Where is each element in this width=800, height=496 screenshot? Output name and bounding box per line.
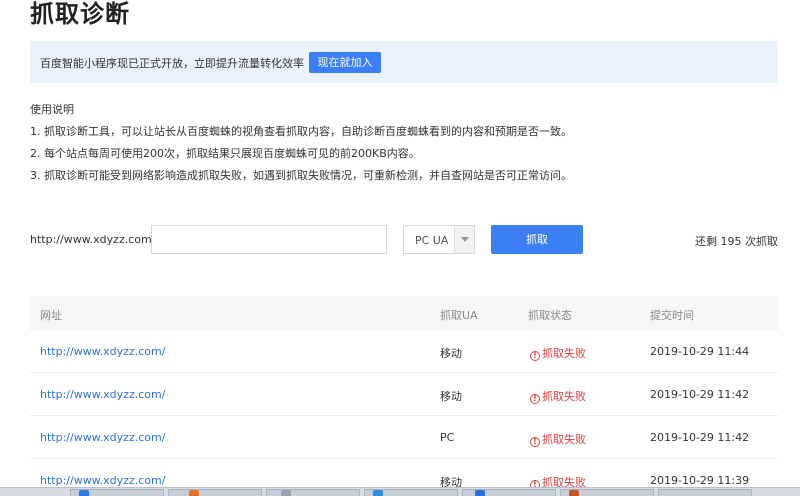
notice-banner: 百度智能小程序现已正式开放，立即提升流量转化效率 现在就加入 (30, 41, 778, 83)
app-icon (281, 490, 291, 496)
row-url-link[interactable]: http://www.xdyzz.com/ (40, 431, 165, 444)
row-status[interactable]: ! 抓取失败 (530, 345, 586, 361)
column-header-url: 网址 (40, 309, 62, 322)
exclamation-circle-icon: ! (530, 394, 540, 404)
remaining-count: 还剩 195 次抓取 (695, 235, 778, 248)
ua-select[interactable]: PC UA (403, 225, 475, 254)
table-header: 网址 抓取UA 抓取状态 提交时间 (30, 296, 778, 330)
column-header-time: 提交时间 (650, 309, 694, 322)
instructions-heading: 使用说明 (30, 103, 74, 116)
row-ua: 移动 (440, 347, 462, 360)
row-url-link[interactable]: http://www.xdyzz.com/ (40, 474, 165, 487)
taskbar-item[interactable] (462, 489, 556, 496)
url-path-input[interactable] (151, 225, 387, 254)
url-prefix-label: http://www.xdyzz.com/ (30, 233, 156, 246)
row-ua: PC (440, 431, 455, 444)
row-time: 2019-10-29 11:42 (650, 388, 750, 401)
row-status-label: 抓取失败 (542, 433, 586, 446)
taskbar-item[interactable] (70, 489, 164, 496)
table-row: http://www.xdyzz.com/ 移动 ! 抓取失败 2019-10-2… (30, 330, 778, 373)
column-header-ua: 抓取UA (440, 309, 478, 322)
instruction-item: 1. 抓取诊断工具，可以让站长从百度蜘蛛的视角查看抓取内容，自助诊断百度蜘蛛看到… (30, 125, 572, 138)
table-row: http://www.xdyzz.com/ 移动 ! 抓取失败 2019-10-2… (30, 373, 778, 416)
fetch-button[interactable]: 抓取 (491, 225, 583, 254)
instructions: 使用说明 1. 抓取诊断工具，可以让站长从百度蜘蛛的视角查看抓取内容，自助诊断百… (30, 103, 778, 191)
row-url-link[interactable]: http://www.xdyzz.com/ (40, 345, 165, 358)
row-time: 2019-10-29 11:42 (650, 431, 750, 444)
row-status[interactable]: ! 抓取失败 (530, 388, 586, 404)
row-url-link[interactable]: http://www.xdyzz.com/ (40, 388, 165, 401)
taskbar-item[interactable] (364, 489, 458, 496)
row-status-label: 抓取失败 (542, 390, 586, 403)
app-icon (569, 490, 579, 496)
page-title: 抓取诊断 (30, 0, 130, 28)
app-icon (373, 490, 383, 496)
join-now-button[interactable]: 现在就加入 (309, 52, 381, 73)
table-row: http://www.xdyzz.com/ PC ! 抓取失败 2019-10-2… (30, 416, 778, 459)
instruction-item: 3. 抓取诊断可能受到网络影响造成抓取失败，如遇到抓取失败情况，可重新检测，并自… (30, 169, 572, 182)
ua-select-value: PC UA (415, 234, 449, 247)
exclamation-circle-icon: ! (530, 437, 540, 447)
row-status-label: 抓取失败 (542, 347, 586, 360)
fetch-history-table: 网址 抓取UA 抓取状态 提交时间 http://www.xdyzz.com/ … (30, 296, 778, 496)
instruction-item: 2. 每个站点每周可使用200次，抓取结果只展现百度蜘蛛可见的前200KB内容。 (30, 147, 420, 160)
exclamation-circle-icon: ! (530, 351, 540, 361)
app-icon (189, 490, 199, 496)
row-status[interactable]: ! 抓取失败 (530, 431, 586, 447)
row-time: 2019-10-29 11:39 (650, 474, 750, 487)
os-taskbar (0, 487, 800, 496)
column-header-status: 抓取状态 (528, 309, 572, 322)
taskbar-item[interactable] (266, 489, 360, 496)
app-icon (475, 490, 485, 496)
ua-dropdown-toggle[interactable] (454, 226, 474, 253)
taskbar-item[interactable] (658, 489, 752, 496)
app-icon (79, 490, 89, 496)
taskbar-item[interactable] (168, 489, 262, 496)
taskbar-item[interactable] (560, 489, 654, 496)
row-ua: 移动 (440, 390, 462, 403)
row-time: 2019-10-29 11:44 (650, 345, 750, 358)
notice-text: 百度智能小程序现已正式开放，立即提升流量转化效率 (40, 57, 304, 70)
chevron-down-icon (461, 237, 469, 242)
